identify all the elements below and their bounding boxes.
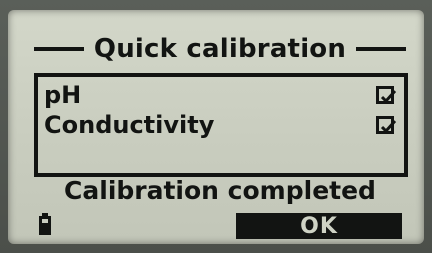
lcd-screen: Quick calibration pH Conductivity Calibr… (8, 10, 424, 244)
calibration-list: pH Conductivity (34, 73, 408, 177)
list-item-label: Conductivity (44, 111, 215, 139)
list-item-label: pH (44, 81, 82, 109)
list-item-conductivity[interactable]: Conductivity (44, 111, 397, 139)
title-rule-right (356, 47, 406, 51)
list-item-ph[interactable]: pH (44, 81, 397, 109)
dialog-title: Quick calibration (93, 34, 347, 64)
checkbox-checked-icon[interactable] (376, 116, 397, 134)
battery-icon (39, 213, 51, 235)
ok-button[interactable]: OK (236, 213, 402, 239)
checkbox-checked-icon[interactable] (376, 86, 397, 104)
dialog-title-bar: Quick calibration (34, 32, 406, 66)
title-rule-left (34, 47, 84, 51)
status-message: Calibration completed (64, 176, 376, 205)
